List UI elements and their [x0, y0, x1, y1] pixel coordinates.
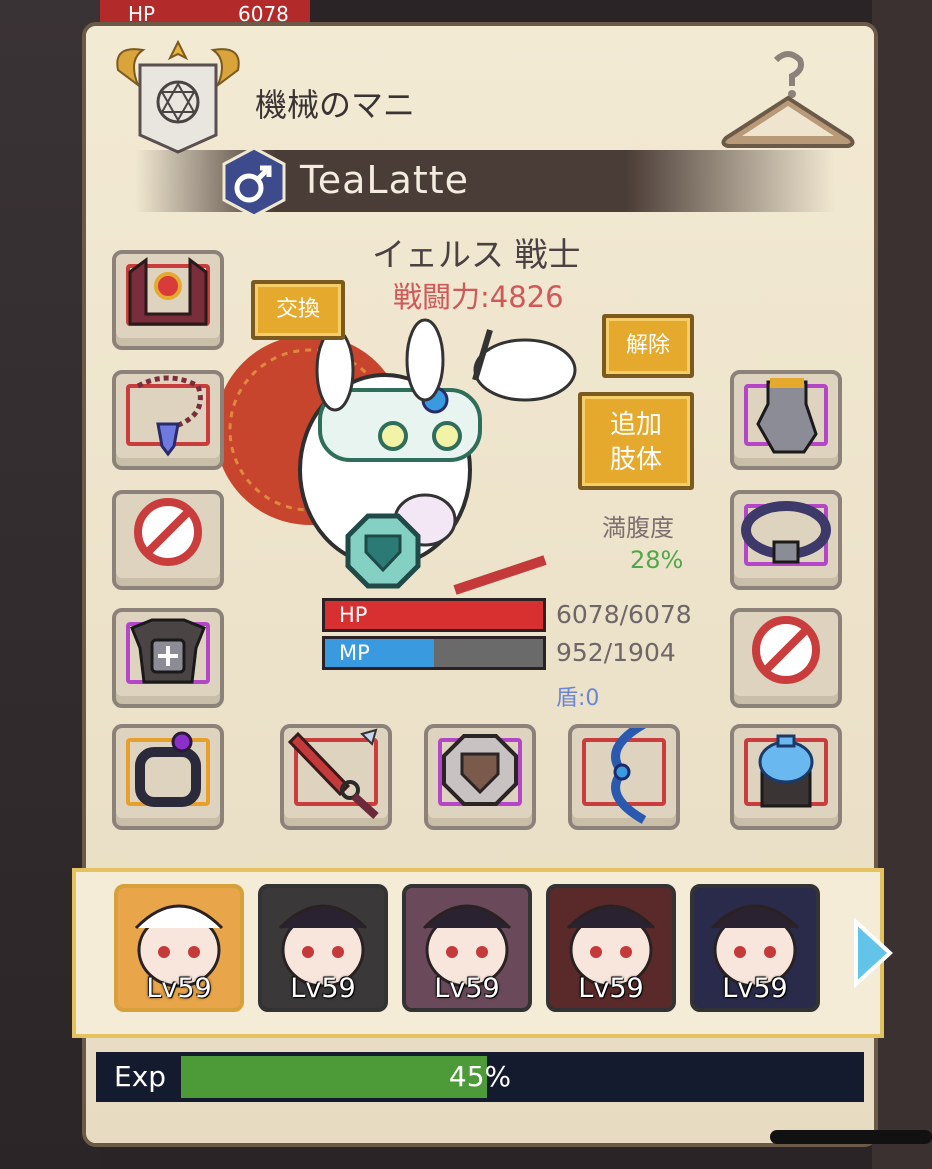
empty-slot-left[interactable] — [112, 490, 224, 590]
potion-icon — [758, 734, 814, 808]
shield-icon — [442, 734, 518, 806]
party-member-portrait[interactable]: Lv59 — [402, 884, 532, 1012]
exchange-button[interactable]: 交換 — [251, 280, 345, 340]
empty-slot-icon — [752, 616, 820, 684]
exp-percent: 45% — [448, 1060, 512, 1093]
hp-value: 6078/6078 — [556, 600, 692, 629]
party-member-level: Lv59 — [146, 973, 212, 1004]
guild-title: 機械のマニ — [255, 86, 416, 124]
hunger-label: 満腹度 — [602, 514, 674, 542]
hunger-value: 28% — [630, 546, 684, 574]
gauntlet-slot[interactable] — [730, 370, 842, 470]
male-gender-icon — [220, 146, 288, 218]
belt-slot[interactable] — [730, 490, 842, 590]
add-limb-label-line2: 肢体 — [609, 445, 662, 475]
home-indicator[interactable] — [770, 1130, 932, 1144]
party-member-portrait[interactable]: Lv59 — [114, 884, 244, 1012]
hanger-question-icon[interactable] — [716, 50, 861, 150]
empty-slot-right[interactable] — [730, 608, 842, 708]
sword-icon — [287, 728, 379, 819]
hp-bar: HP — [322, 598, 546, 632]
shield-slot[interactable] — [424, 724, 536, 830]
add-limb-button[interactable]: 追加 肢体 — [578, 392, 694, 490]
armor-slot[interactable] — [112, 608, 224, 708]
guard-buff-icon — [344, 512, 422, 590]
character-class: イェルス 戦士 — [372, 235, 581, 274]
belt-icon — [741, 501, 831, 564]
potion-slot[interactable] — [730, 724, 842, 830]
party-member-level: Lv59 — [434, 973, 500, 1004]
next-arrow-icon[interactable] — [850, 917, 895, 989]
party-member-portrait[interactable]: Lv59 — [690, 884, 820, 1012]
guild-emblem-icon — [108, 39, 248, 155]
bow-slot[interactable] — [568, 724, 680, 830]
empty-slot-icon — [134, 498, 202, 566]
mp-value: 952/1904 — [556, 638, 676, 667]
helmet-slot[interactable] — [112, 250, 224, 350]
party-member-portrait[interactable]: Lv59 — [258, 884, 388, 1012]
party-member-level: Lv59 — [578, 973, 644, 1004]
player-name: TeaLatte — [300, 158, 470, 202]
ring-slot[interactable] — [112, 724, 224, 830]
party-member-level: Lv59 — [290, 973, 356, 1004]
hp-bar-label: HP — [339, 603, 368, 627]
necklace-icon — [136, 375, 203, 457]
helmet-icon — [128, 257, 208, 326]
release-button[interactable]: 解除 — [602, 314, 694, 378]
shield-value: 盾:0 — [556, 686, 600, 711]
sword-slot[interactable] — [280, 724, 392, 830]
party-member-level: Lv59 — [722, 973, 788, 1004]
mp-bar-label: MP — [339, 641, 370, 665]
add-limb-label-line1: 追加 — [609, 410, 662, 440]
necklace-slot[interactable] — [112, 370, 224, 470]
party-member-portrait[interactable]: Lv59 — [546, 884, 676, 1012]
ring-icon — [135, 731, 201, 807]
exp-bar: Exp 45% — [96, 1052, 864, 1102]
mp-bar: MP — [322, 636, 546, 670]
bow-icon — [611, 728, 647, 824]
gauntlet-icon — [756, 378, 818, 454]
armor-icon — [130, 618, 206, 684]
